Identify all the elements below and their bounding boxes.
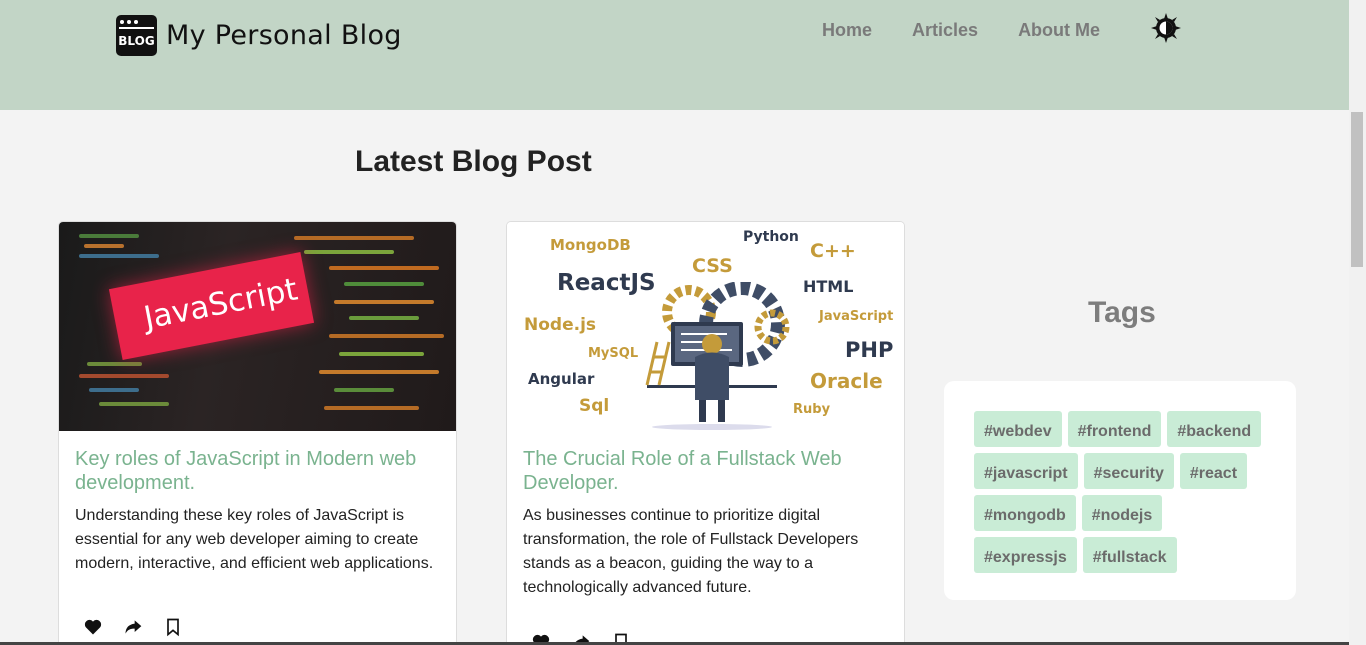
main-nav: Home Articles About Me bbox=[822, 20, 1140, 41]
page-scrollbar[interactable] bbox=[1349, 0, 1366, 645]
tag-javascript[interactable]: #javascript bbox=[974, 453, 1078, 489]
blog-logo-icon: BLOG bbox=[116, 15, 157, 56]
nav-articles[interactable]: Articles bbox=[912, 20, 978, 41]
bookmark-icon[interactable] bbox=[163, 617, 183, 637]
site-header: BLOG My Personal Blog Home Articles Abou… bbox=[0, 0, 1349, 110]
tag-nodejs[interactable]: #nodejs bbox=[1081, 495, 1163, 531]
section-title: Latest Blog Post bbox=[355, 145, 592, 178]
tag-frontend[interactable]: #frontend bbox=[1067, 411, 1162, 447]
post-description: Understanding these key roles of JavaScr… bbox=[75, 507, 434, 572]
post-description: As businesses continue to prioritize dig… bbox=[523, 507, 859, 596]
tag-react[interactable]: #react bbox=[1179, 453, 1248, 489]
tag-mongodb[interactable]: #mongodb bbox=[974, 495, 1076, 531]
post-title[interactable]: Key roles of JavaScript in Modern web de… bbox=[75, 447, 440, 495]
logo[interactable]: BLOG My Personal Blog bbox=[116, 15, 402, 56]
tag-security[interactable]: #security bbox=[1083, 453, 1174, 489]
scrollbar-thumb[interactable] bbox=[1351, 112, 1363, 267]
post-actions bbox=[83, 617, 183, 637]
tag-fullstack[interactable]: #fullstack bbox=[1082, 537, 1177, 573]
nav-home[interactable]: Home bbox=[822, 20, 872, 41]
tag-backend[interactable]: #backend bbox=[1167, 411, 1262, 447]
nav-about-me[interactable]: About Me bbox=[1018, 20, 1100, 41]
theme-toggle-icon[interactable] bbox=[1151, 13, 1181, 43]
post-title[interactable]: The Crucial Role of a Fullstack Web Deve… bbox=[523, 447, 888, 495]
heart-icon[interactable] bbox=[83, 617, 103, 637]
javascript-post-image[interactable]: JavaScript bbox=[59, 222, 456, 431]
share-icon[interactable] bbox=[123, 617, 143, 637]
blog-card: MongoDB Python C++ ReactJS CSS HTML Node… bbox=[506, 221, 905, 645]
site-title[interactable]: My Personal Blog bbox=[166, 20, 402, 51]
tag-webdev[interactable]: #webdev bbox=[974, 411, 1062, 447]
tags-panel: #webdev #frontend #backend #javascript #… bbox=[944, 381, 1296, 600]
fullstack-post-image[interactable]: MongoDB Python C++ ReactJS CSS HTML Node… bbox=[507, 222, 904, 431]
developer-illustration bbox=[645, 282, 790, 430]
tag-expressjs[interactable]: #expressjs bbox=[974, 537, 1077, 573]
tags-title: Tags bbox=[1088, 296, 1156, 329]
blog-card: JavaScript Key roles of JavaScript in Mo… bbox=[58, 221, 457, 645]
